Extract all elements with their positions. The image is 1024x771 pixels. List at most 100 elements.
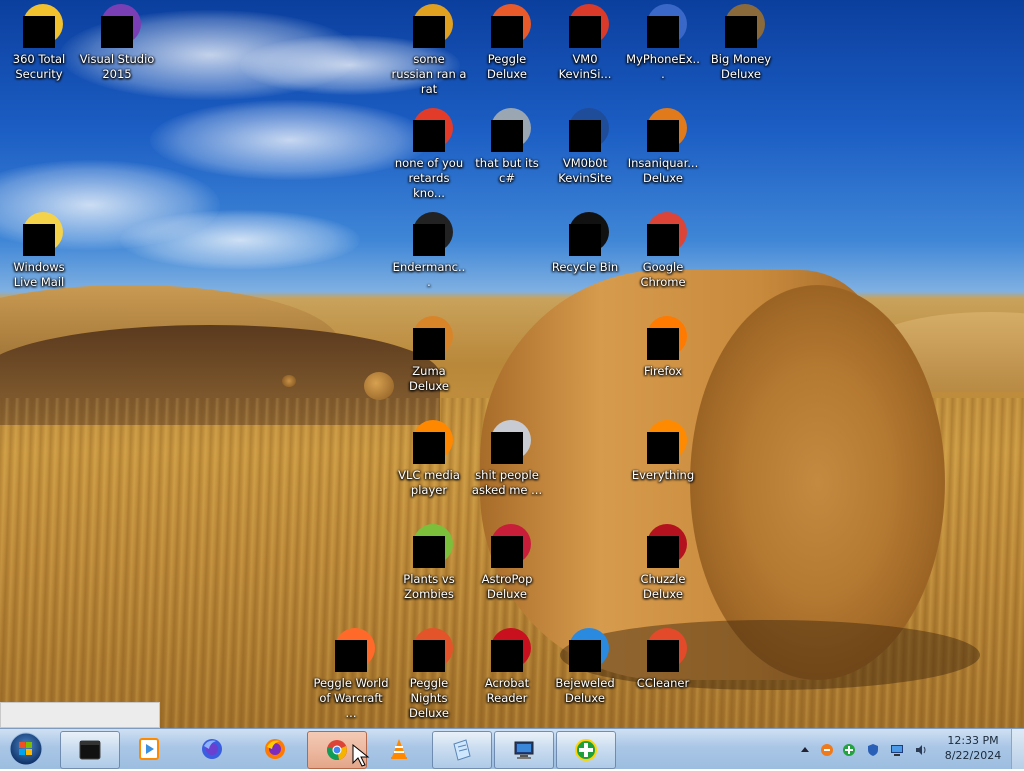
- chuzzle-deluxe-icon: [639, 522, 687, 570]
- taskbar-button-computer[interactable]: [494, 731, 554, 769]
- desktop-icon-acrobat-reader[interactable]: Acrobat Reader: [469, 626, 545, 706]
- desktop-icon-that-but-its-c[interactable]: that but its c#: [469, 106, 545, 186]
- notification-strip: [0, 702, 160, 728]
- desktop-icon-recycle-bin[interactable]: Recycle Bin: [547, 210, 623, 275]
- redaction-box: [491, 432, 523, 464]
- vm0b0t-kevinsite-icon: [561, 106, 609, 154]
- desktop-icon-some-russian-ran-a-rat[interactable]: some russian ran a rat: [391, 2, 467, 97]
- desktop-icon-windows-live-mail[interactable]: Windows Live Mail: [1, 210, 77, 290]
- desktop-icon-label: Firefox: [643, 364, 683, 378]
- taskbar-button-vlc[interactable]: [370, 731, 428, 767]
- desktop-icon-peggle-nights-deluxe[interactable]: Peggle Nights Deluxe: [391, 626, 467, 721]
- desktop-icon-label: Bejeweled Deluxe: [555, 676, 615, 705]
- desktop-icon-label: Plants vs Zombies: [403, 572, 455, 601]
- desktop-icon-astropop-deluxe[interactable]: AstroPop Deluxe: [469, 522, 545, 602]
- desktop-icon-label: Peggle Deluxe: [487, 52, 527, 81]
- taskbar-clock[interactable]: 12:33 PM 8/22/2024: [936, 733, 1010, 763]
- 360-total-security-icon: [15, 2, 63, 50]
- taskbar-button-media-player[interactable]: [120, 731, 178, 767]
- none-of-you-retards-kno-icon: [405, 106, 453, 154]
- desktop-icon-shit-people-asked-me[interactable]: shit people asked me ...: [469, 418, 545, 498]
- desktop-icon-label: Peggle World of Warcraft ...: [313, 676, 389, 720]
- tray-orange-app-icon[interactable]: [820, 742, 834, 756]
- zuma-deluxe-icon: [405, 314, 453, 362]
- redaction-box: [413, 432, 445, 464]
- plants-vs-zombies-icon: [405, 522, 453, 570]
- google-chrome-icon: [639, 210, 687, 258]
- desktop-icon-google-chrome[interactable]: Google Chrome: [625, 210, 701, 290]
- desktop-wallpaper[interactable]: 360 Total Security Visual Studio 2015 some…: [0, 0, 1024, 728]
- desktop-icon-label: Insaniquar... Deluxe: [627, 156, 699, 185]
- acrobat-reader-icon: [483, 626, 531, 674]
- shit-people-asked-me-icon: [483, 418, 531, 466]
- redaction-box: [491, 120, 523, 152]
- show-desktop-button[interactable]: [1011, 729, 1024, 769]
- that-but-its-c-icon: [483, 106, 531, 154]
- taskbar-button-firefox-nightly[interactable]: [183, 731, 241, 767]
- taskbar-button-notepad[interactable]: [432, 731, 492, 769]
- desktop-icon-none-of-you-retards-kno[interactable]: none of you retards kno...: [391, 106, 467, 201]
- redaction-box: [413, 640, 445, 672]
- redaction-box: [647, 120, 679, 152]
- peggle-world-of-warcraft-icon: [327, 626, 375, 674]
- desktop-icon-visual-studio-2015[interactable]: Visual Studio 2015: [79, 2, 155, 82]
- desktop-icon-label: shit people asked me ...: [471, 468, 543, 497]
- desktop-icon-ccleaner[interactable]: CCleaner: [625, 626, 701, 691]
- desktop-icon-firefox[interactable]: Firefox: [625, 314, 701, 379]
- desktop-icon-vm0-kevinsi[interactable]: VM0 KevinSi...: [547, 2, 623, 82]
- desktop-icon-vlc-media-player[interactable]: VLC media player: [391, 418, 467, 498]
- desktop-icon-label: Chuzzle Deluxe: [640, 572, 686, 601]
- desktop-icon-zuma-deluxe[interactable]: Zuma Deluxe: [391, 314, 467, 394]
- vlc-cone-icon: [391, 739, 407, 759]
- taskbar-button-firefox[interactable]: [246, 731, 304, 767]
- tray-shield-icon[interactable]: [866, 742, 880, 756]
- clock-date: 8/22/2024: [944, 749, 1002, 762]
- redaction-box: [413, 328, 445, 360]
- clock-time: 12:33 PM: [947, 734, 999, 747]
- desktop-icon-label: VM0 KevinSi...: [558, 52, 612, 81]
- system-tray: [790, 733, 950, 765]
- firefox-icon: [639, 314, 687, 362]
- redaction-box: [23, 224, 55, 256]
- desktop-icon-label: MyPhoneEx...: [626, 52, 700, 81]
- redaction-box: [647, 224, 679, 256]
- desktop-icon-insaniquar-deluxe[interactable]: Insaniquar... Deluxe: [625, 106, 701, 186]
- vlc-media-player-icon: [405, 418, 453, 466]
- desktop-icon-big-money-deluxe[interactable]: Big Money Deluxe: [703, 2, 779, 82]
- desktop-icon-endermanc[interactable]: Endermanc...: [391, 210, 467, 290]
- redaction-box: [413, 536, 445, 568]
- redaction-box: [491, 16, 523, 48]
- tray-network-icon[interactable]: [890, 742, 904, 756]
- desktop-icon-peggle-deluxe[interactable]: Peggle Deluxe: [469, 2, 545, 82]
- cloud: [150, 100, 430, 180]
- taskbar-button-command-prompt[interactable]: [60, 731, 120, 769]
- desktop-icon-label: AstroPop Deluxe: [481, 572, 533, 601]
- desktop-icon-myphoneex[interactable]: MyPhoneEx...: [625, 2, 701, 82]
- windows-orb-icon: [9, 732, 43, 766]
- desktop-icon-peggle-world-of-warcraft[interactable]: Peggle World of Warcraft ...: [313, 626, 389, 721]
- recycle-bin-icon: [561, 210, 609, 258]
- tray-volume-icon[interactable]: [914, 742, 928, 756]
- desktop-icon-everything[interactable]: Everything: [625, 418, 701, 483]
- big-money-deluxe-icon: [717, 2, 765, 50]
- desktop-icon-chuzzle-deluxe[interactable]: Chuzzle Deluxe: [625, 522, 701, 602]
- desktop-icon-360-total-security[interactable]: 360 Total Security: [1, 2, 77, 82]
- vm0-kevinsi-icon: [561, 2, 609, 50]
- show-hidden-icons-arrow-icon[interactable]: [798, 742, 812, 756]
- ccleaner-icon: [639, 626, 687, 674]
- desktop-icon-label: Windows Live Mail: [13, 260, 65, 289]
- everything-icon: [639, 418, 687, 466]
- myphoneex-icon: [639, 2, 687, 50]
- chrome-icon: [327, 740, 347, 760]
- redaction-box: [569, 16, 601, 48]
- desktop-icon-plants-vs-zombies[interactable]: Plants vs Zombies: [391, 522, 467, 602]
- taskbar-button-360-total-security[interactable]: [556, 731, 616, 769]
- start-button[interactable]: [6, 731, 46, 767]
- desktop-icon-bejeweled-deluxe[interactable]: Bejeweled Deluxe: [547, 626, 623, 706]
- desktop-icon-vm0b0t-kevinsite[interactable]: VM0b0t KevinSite: [547, 106, 623, 186]
- redaction-box: [647, 640, 679, 672]
- desktop-icon-label: none of you retards kno...: [394, 156, 464, 200]
- taskbar: 12:33 PM 8/22/2024: [0, 728, 1024, 769]
- redaction-box: [23, 16, 55, 48]
- tray-360-security-icon[interactable]: [842, 742, 856, 756]
